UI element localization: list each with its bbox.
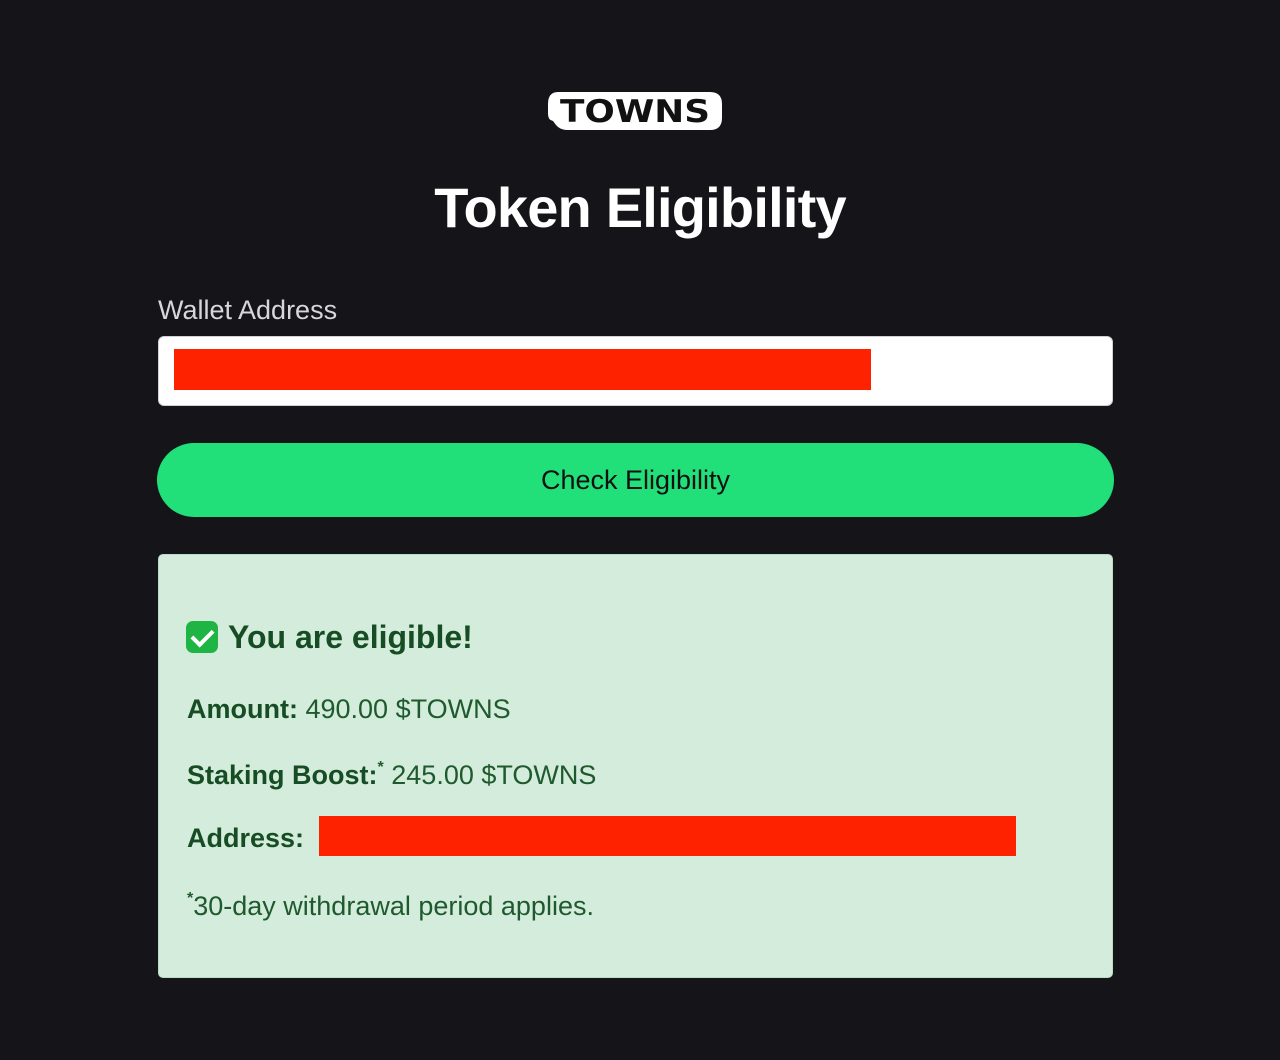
wallet-address-input[interactable] (158, 336, 1113, 406)
address-row: Address: (187, 822, 304, 854)
check-mark-icon (186, 621, 218, 653)
result-title: You are eligible! (228, 619, 473, 655)
redacted-address-value (319, 816, 1016, 856)
eligibility-page: TOWNS Token Eligibility Wallet Address C… (0, 0, 1280, 1060)
check-eligibility-button[interactable]: Check Eligibility (157, 443, 1114, 517)
logo-text: TOWNS (560, 94, 710, 130)
staking-footnote-marker: * (377, 759, 384, 776)
staking-boost-row: Staking Boost:* 245.00 $TOWNS (187, 759, 596, 791)
footnote-text: 30-day withdrawal period applies. (193, 891, 594, 921)
amount-row: Amount: 490.00 $TOWNS (187, 693, 511, 725)
towns-logo: TOWNS (548, 92, 722, 130)
amount-value: 490.00 $TOWNS (305, 694, 511, 724)
page-title: Token Eligibility (434, 176, 846, 239)
eligibility-result-panel: You are eligible! Amount: 490.00 $TOWNS … (158, 554, 1113, 978)
result-heading: You are eligible! (186, 619, 473, 655)
redacted-wallet-value (174, 349, 871, 390)
wallet-address-label: Wallet Address (158, 295, 338, 325)
staking-boost-value: 245.00 $TOWNS (391, 760, 597, 790)
withdrawal-footnote: *30-day withdrawal period applies. (187, 890, 594, 922)
staking-boost-label: Staking Boost: (187, 760, 378, 790)
amount-label: Amount: (187, 694, 298, 724)
address-label: Address: (187, 823, 305, 853)
